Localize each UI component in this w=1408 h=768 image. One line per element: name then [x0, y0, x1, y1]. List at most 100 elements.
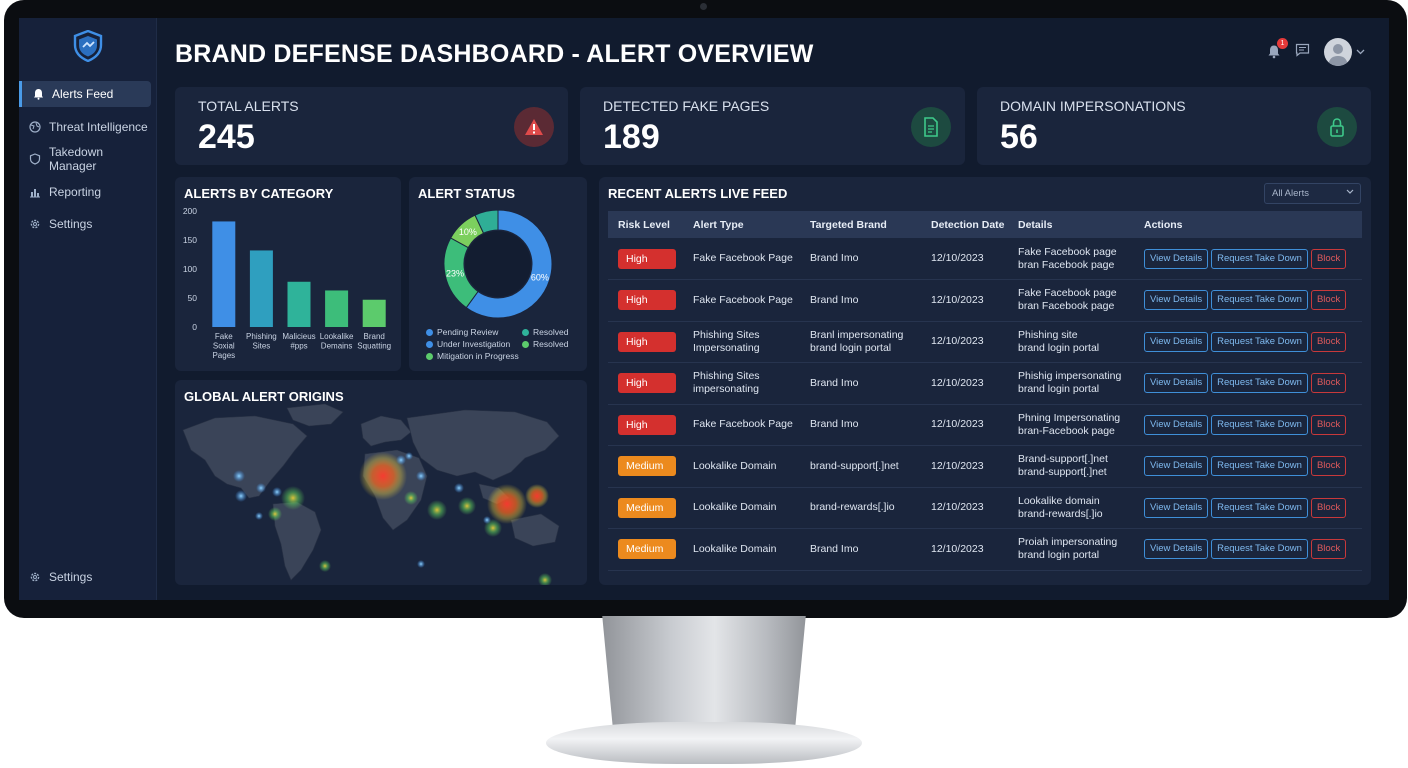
bar[interactable]	[287, 281, 311, 327]
bell-icon	[32, 88, 44, 100]
legend-dot	[426, 328, 433, 336]
sidebar-item-takedown-manager[interactable]: Takedown Manager	[19, 145, 151, 173]
view-details-button[interactable]: View Details	[1144, 414, 1209, 435]
table-row[interactable]: High Fake Facebook Page Brand Imo 12/10/202…	[608, 279, 1362, 322]
webcam	[700, 3, 707, 10]
alert-type-cell: Fake Facebook Page	[683, 404, 800, 446]
user-menu[interactable]	[1324, 38, 1365, 66]
sidebar-item-reporting[interactable]: Reporting	[19, 179, 151, 205]
block-button[interactable]: Block	[1310, 497, 1347, 518]
details-line: brand-support[.]net	[1018, 466, 1107, 479]
stat-card-total-alerts: TOTAL ALERTS 245	[175, 87, 568, 165]
table-row[interactable]: Medium Lookalike Domain Brand Imo 12/10/202…	[608, 528, 1362, 571]
x-tick-label: Demains	[321, 342, 353, 351]
bar[interactable]	[325, 290, 349, 327]
legend-item: Resolved	[522, 327, 568, 337]
y-tick-label: 0	[192, 322, 197, 332]
table-row[interactable]: High Fake Facebook Page Brand Imo 12/10/202…	[608, 238, 1362, 280]
targeted-brand-cell: Branl impersonating brand login portal	[800, 321, 921, 363]
sidebar-footer-settings[interactable]: Settings	[19, 564, 151, 590]
sidebar-item-label: Reporting	[49, 185, 102, 199]
block-button[interactable]: Block	[1310, 414, 1347, 435]
block-button[interactable]: Block	[1310, 290, 1347, 311]
risk-cell: High	[608, 362, 683, 405]
chevron-down-icon	[1346, 189, 1354, 194]
sidebar-item-threat-intelligence[interactable]: Threat Intelligence	[19, 114, 151, 140]
column-header: Alert Type	[693, 218, 744, 231]
request-take-down-button[interactable]: Request Take Down	[1211, 331, 1308, 352]
block-button[interactable]: Block	[1310, 539, 1347, 560]
x-tick-label: Phishing	[246, 332, 277, 341]
view-details-button[interactable]: View Details	[1144, 373, 1209, 394]
request-take-down-button[interactable]: Request Take Down	[1211, 248, 1308, 269]
slice-label: 23%	[446, 269, 464, 279]
legend-item: Mitigation in Progress	[426, 351, 519, 361]
detection-date-cell: 12/10/2023	[921, 487, 1008, 529]
lock-icon	[1317, 107, 1357, 147]
targeted-brand-cell: Brand Imo	[800, 279, 921, 322]
sidebar-item-alerts-feed[interactable]: Alerts Feed	[19, 81, 151, 107]
alert-origin-dot	[417, 560, 425, 568]
risk-cell: Medium	[608, 445, 683, 488]
gear-icon	[29, 571, 41, 583]
request-take-down-button[interactable]: Request Take Down	[1211, 497, 1308, 518]
alert-type-cell: Phishing Sites Impersonating	[683, 321, 800, 363]
table-row[interactable]: Medium Lookalike Domain brand-rewards[.]io…	[608, 487, 1362, 529]
messages-button[interactable]	[1295, 43, 1310, 62]
table-row[interactable]: Medium Lookalike Domain brand-support[.]ne…	[608, 445, 1362, 488]
risk-badge: High	[618, 331, 676, 352]
request-take-down-button[interactable]: Request Take Down	[1211, 290, 1308, 311]
block-button[interactable]: Block	[1310, 456, 1347, 477]
request-take-down-button[interactable]: Request Take Down	[1211, 373, 1308, 394]
view-details-button[interactable]: View Details	[1144, 290, 1209, 311]
sidebar-item-settings[interactable]: Settings	[19, 211, 151, 237]
view-details-button[interactable]: View Details	[1144, 539, 1209, 560]
notifications-button[interactable]: 1	[1267, 38, 1288, 60]
sidebar-item-label: Settings	[49, 217, 93, 231]
details-line: Brand-support[.]net	[1018, 453, 1108, 466]
x-tick-label: Fake	[215, 332, 233, 341]
details-cell: Phishing site brand login portal	[1008, 321, 1134, 363]
x-tick-label: Squatting	[357, 342, 391, 351]
legend-dot	[522, 328, 529, 336]
monitor-stand-base	[546, 722, 862, 764]
stat-value: 56	[1000, 118, 1038, 156]
view-details-button[interactable]: View Details	[1144, 248, 1209, 269]
heat-hotspot	[281, 486, 305, 510]
block-button[interactable]: Block	[1310, 373, 1347, 394]
targeted-brand-cell: brand-rewards[.]io	[800, 487, 921, 529]
actions-cell: View Details Request Take Down Block	[1134, 238, 1362, 280]
sidebar-item-label: Takedown Manager	[49, 145, 104, 173]
table-row[interactable]: High Fake Facebook Page Brand Imo 12/10/202…	[608, 404, 1362, 446]
globe-icon	[29, 121, 41, 133]
table-row[interactable]: High Phishing Sites impersonating Brand Im…	[608, 362, 1362, 405]
table-row[interactable]: High Phishing Sites Impersonating Branl im…	[608, 321, 1362, 363]
alert-origin-dot	[256, 483, 266, 493]
request-take-down-button[interactable]: Request Take Down	[1211, 456, 1308, 477]
header-actions: 1	[1267, 38, 1365, 66]
request-take-down-button[interactable]: Request Take Down	[1211, 414, 1308, 435]
shield-icon	[29, 153, 41, 165]
alert-filter-select[interactable]: All Alerts	[1264, 183, 1361, 204]
bar[interactable]	[249, 250, 273, 327]
detection-date-cell: 12/10/2023	[921, 362, 1008, 405]
risk-badge: High	[618, 290, 676, 311]
block-button[interactable]: Block	[1310, 331, 1347, 352]
request-take-down-button[interactable]: Request Take Down	[1211, 539, 1308, 560]
bar[interactable]	[362, 299, 386, 327]
block-button[interactable]: Block	[1310, 248, 1347, 269]
chat-icon	[1295, 43, 1310, 57]
targeted-brand-cell: Brand Imo	[800, 238, 921, 280]
page-title: BRAND DEFENSE DASHBOARD - ALERT OVERVIEW	[175, 40, 814, 68]
heat-hotspot	[538, 573, 552, 585]
view-details-button[interactable]: View Details	[1144, 497, 1209, 518]
targeted-brand-cell: Brand Imo	[800, 362, 921, 405]
details-line: Phishing site	[1018, 328, 1078, 341]
view-details-button[interactable]: View Details	[1144, 331, 1209, 352]
actions-cell: View Details Request Take Down Block	[1134, 445, 1362, 488]
stat-card-domain-impersonations: DOMAIN IMPERSONATIONS 56	[977, 87, 1371, 165]
y-tick-label: 150	[183, 235, 197, 245]
view-details-button[interactable]: View Details	[1144, 456, 1209, 477]
bar[interactable]	[212, 221, 236, 327]
alert-origin-dot	[396, 455, 406, 465]
